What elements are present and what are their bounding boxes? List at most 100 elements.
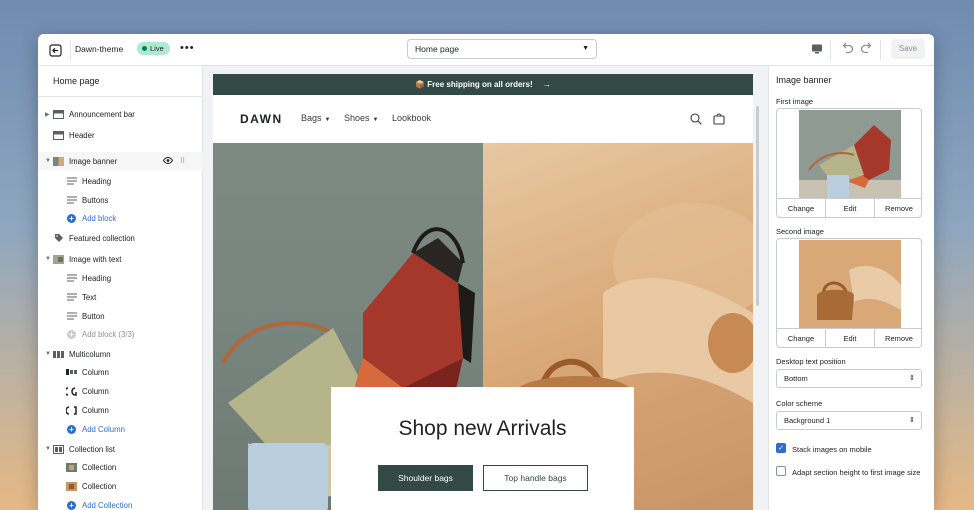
sidebar-block-column[interactable]: Column <box>38 363 203 381</box>
sidebar-item-label: Column <box>82 405 109 415</box>
text-lines-icon <box>66 274 77 283</box>
sidebar-item-collection-list[interactable]: ▼ Collection list <box>38 440 203 458</box>
undo-icon[interactable] <box>840 42 854 60</box>
sidebar-block-column[interactable]: Column <box>38 401 203 419</box>
second-image-thumbnail[interactable] <box>799 240 901 328</box>
sidebar-title: Home page <box>53 76 100 86</box>
sidebar-item-label: Column <box>82 367 109 377</box>
sidebar-item-label: Multicolumn <box>69 349 111 359</box>
sections-sidebar: Home page ▶ Announcement bar Header ▼ Im… <box>38 66 203 510</box>
store-preview: 📦 Free shipping on all orders! → DAWN Ba… <box>213 74 753 510</box>
text-position-select[interactable]: Bottom ⇕ <box>776 369 922 388</box>
change-button[interactable]: Change <box>777 199 826 217</box>
collection-thumbnail-icon <box>66 481 77 491</box>
announcement-text: Free shipping on all orders! <box>427 80 533 89</box>
first-image-actions: Change Edit Remove <box>777 198 921 217</box>
sidebar-item-label: Image with text <box>69 254 122 264</box>
adapt-height-checkbox[interactable] <box>776 466 786 476</box>
nav-item-lookbook[interactable]: Lookbook <box>392 113 431 123</box>
divider <box>70 40 71 60</box>
exit-icon[interactable] <box>46 41 64 59</box>
arrow-right-icon: → <box>542 80 551 89</box>
more-actions-button[interactable]: ••• <box>180 42 195 54</box>
second-image-picker: Change Edit Remove <box>776 238 922 348</box>
first-image-picker: Change Edit Remove <box>776 108 922 218</box>
editor-window: Dawn-theme Live ••• Home page ▼ Save Home… <box>38 34 934 510</box>
text-lines-icon <box>66 293 77 302</box>
nav-item-bags[interactable]: Bags ▼ <box>301 113 330 123</box>
sidebar-item-image-banner[interactable]: ▼ Image banner ⠿ <box>38 152 203 170</box>
sidebar-item-label: Collection <box>82 462 117 472</box>
edit-button[interactable]: Edit <box>826 199 875 217</box>
search-icon[interactable] <box>690 112 702 130</box>
desktop-preview-icon[interactable] <box>811 42 823 60</box>
column-thumbnail-icon <box>66 368 77 377</box>
announcement-bar[interactable]: 📦 Free shipping on all orders! → <box>213 74 753 95</box>
add-collection-button[interactable]: + Add Collection <box>38 496 203 510</box>
sidebar-item-label: Heading <box>82 273 112 283</box>
sidebar-item-label: Text <box>82 292 97 302</box>
nav-label: Shoes <box>344 113 370 123</box>
live-dot-icon <box>142 46 147 51</box>
edit-button[interactable]: Edit <box>826 329 875 347</box>
banner-content-card: Shop new Arrivals Shoulder bags Top hand… <box>331 387 634 510</box>
live-label: Live <box>150 44 164 53</box>
sidebar-block-button[interactable]: Button <box>38 307 203 325</box>
preview-scrollbar[interactable] <box>756 106 759 306</box>
collection-list-icon <box>53 444 64 454</box>
second-image-label: Second image <box>776 227 824 236</box>
shoulder-bags-button[interactable]: Shoulder bags <box>378 465 473 491</box>
sidebar-block-heading[interactable]: Heading <box>38 269 203 287</box>
remove-button[interactable]: Remove <box>875 329 921 347</box>
sidebar-item-label: Featured collection <box>69 233 135 243</box>
add-block-button-disabled: + Add block (3/3) <box>38 325 203 343</box>
banner-heading: Shop new Arrivals <box>398 417 567 440</box>
color-scheme-select[interactable]: Background 1 ⇕ <box>776 411 922 430</box>
first-image-thumbnail[interactable] <box>799 110 901 198</box>
sidebar-block-heading[interactable]: Heading <box>38 172 203 190</box>
sidebar-block-buttons[interactable]: Buttons <box>38 191 203 209</box>
caret-down-icon[interactable]: ▼ <box>45 446 51 452</box>
caret-down-icon[interactable]: ▼ <box>45 158 51 164</box>
sidebar-block-collection[interactable]: Collection <box>38 477 203 495</box>
sidebar-item-announcement-bar[interactable]: ▶ Announcement bar <box>38 105 203 123</box>
add-block-button[interactable]: + Add block <box>38 209 203 227</box>
store-header: DAWN Bags ▼ Shoes ▼ Lookbook <box>213 95 753 143</box>
sidebar-block-collection[interactable]: Collection <box>38 458 203 476</box>
plus-circle-icon: + <box>66 500 77 510</box>
page-select[interactable]: Home page ▼ <box>407 39 597 59</box>
sidebar-item-image-with-text[interactable]: ▼ Image with text <box>38 250 203 268</box>
column-thumbnail-icon <box>66 386 77 396</box>
save-button[interactable]: Save <box>891 39 925 59</box>
stack-images-checkbox[interactable]: ✓ <box>776 443 786 453</box>
top-handle-bags-button[interactable]: Top handle bags <box>483 465 588 491</box>
cart-icon[interactable] <box>713 112 725 130</box>
caret-down-icon[interactable]: ▼ <box>45 256 51 262</box>
header-icon <box>53 130 64 140</box>
remove-button[interactable]: Remove <box>875 199 921 217</box>
sidebar-item-label: Add Collection <box>82 500 133 510</box>
caret-down-icon[interactable]: ▼ <box>45 351 51 357</box>
store-logo[interactable]: DAWN <box>240 112 283 126</box>
redo-icon[interactable] <box>860 42 874 60</box>
sidebar-item-multicolumn[interactable]: ▼ Multicolumn <box>38 345 203 363</box>
divider <box>880 40 881 60</box>
add-column-button[interactable]: + Add Column <box>38 420 203 438</box>
sidebar-block-column[interactable]: Column <box>38 382 203 400</box>
change-button[interactable]: Change <box>777 329 826 347</box>
sidebar-item-featured-collection[interactable]: Featured collection <box>38 229 203 247</box>
drag-handle-icon[interactable]: ⠿ <box>180 157 185 165</box>
plus-circle-icon: + <box>66 213 77 223</box>
sidebar-item-header[interactable]: Header <box>38 126 203 144</box>
eye-icon[interactable] <box>162 156 174 166</box>
sidebar-block-text[interactable]: Text <box>38 288 203 306</box>
caret-right-icon[interactable]: ▶ <box>45 111 50 118</box>
sidebar-item-label: Add block (3/3) <box>82 329 135 339</box>
nav-item-shoes[interactable]: Shoes ▼ <box>344 113 378 123</box>
page-select-value: Home page <box>415 44 459 54</box>
sidebar-item-label: Header <box>69 130 95 140</box>
text-lines-icon <box>66 312 77 321</box>
sidebar-item-label: Collection <box>82 481 117 491</box>
sidebar-item-label: Button <box>82 311 105 321</box>
stack-images-label: Stack images on mobile <box>792 445 872 454</box>
